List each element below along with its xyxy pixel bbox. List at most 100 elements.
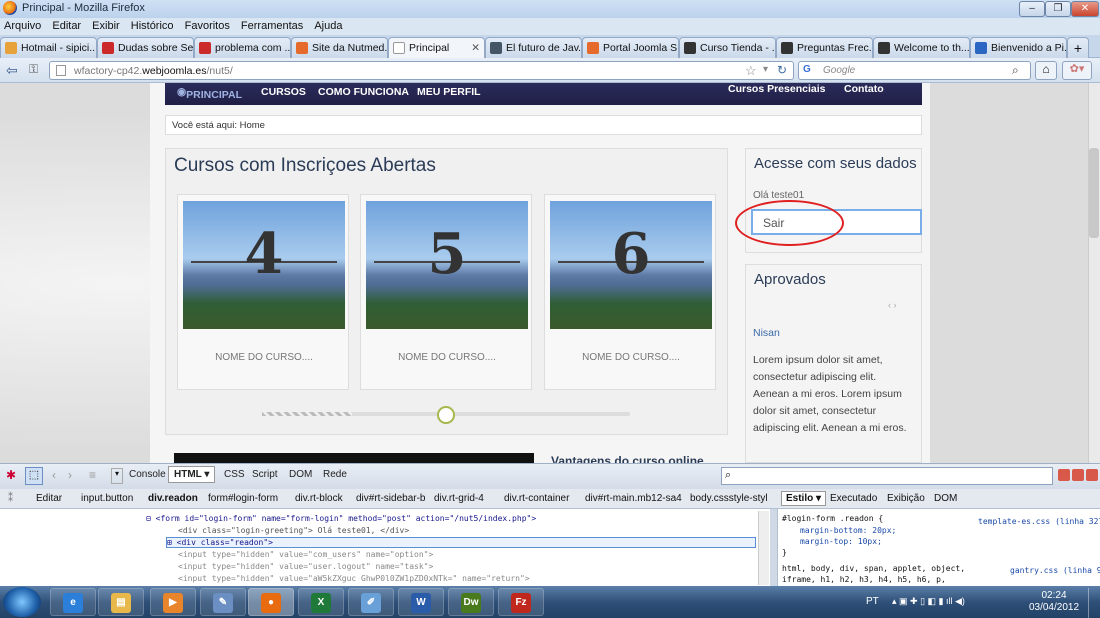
path-item[interactable]: input.button bbox=[81, 493, 133, 504]
firebug-tab-script[interactable]: Script bbox=[252, 469, 278, 480]
tab-exibicao[interactable]: Exibição bbox=[887, 493, 925, 504]
excel-taskbar-icon[interactable]: X bbox=[298, 588, 344, 616]
tab-futuro-java[interactable]: El futuro de Jav... bbox=[485, 37, 582, 58]
tab-preguntas[interactable]: Preguntas Frec... bbox=[776, 37, 873, 58]
page-scrollbar[interactable] bbox=[1088, 83, 1100, 463]
course-name[interactable]: NOME DO CURSO.... bbox=[178, 352, 350, 363]
html-line[interactable]: ⊟ <form id="login-form" name="form-login… bbox=[146, 514, 536, 523]
forward-icon[interactable]: › bbox=[68, 468, 72, 482]
css-source-link[interactable]: gantry.css (linha 9) bbox=[1010, 566, 1100, 575]
tab-principal[interactable]: Principal ✕ bbox=[388, 37, 485, 58]
path-item[interactable]: div.rt-container bbox=[504, 493, 569, 504]
course-card[interactable]: 6 NOME DO CURSO.... bbox=[544, 194, 716, 390]
detach-firebug-icon[interactable] bbox=[1072, 469, 1084, 481]
prev-next-arrows-icon[interactable]: ‹ › bbox=[888, 300, 897, 310]
firefox-taskbar-icon[interactable]: ● bbox=[248, 588, 294, 616]
firebug-tab-rede[interactable]: Rede bbox=[323, 469, 347, 480]
menu-exibir[interactable]: Exibir bbox=[88, 18, 124, 35]
course-card[interactable]: 5 NOME DO CURSO.... bbox=[360, 194, 532, 390]
search-box[interactable]: G Google ⌕ bbox=[798, 61, 1031, 80]
menu-cursos[interactable]: CURSOS bbox=[261, 86, 306, 98]
tab-dom[interactable]: DOM bbox=[934, 493, 957, 504]
html-line[interactable]: <input type="hidden" value="com_users" n… bbox=[178, 550, 433, 559]
url-bar[interactable]: wfactory-cp42.webjoomla.es/nut5/ ☆ ▾ ↻ bbox=[49, 61, 794, 80]
approved-name-link[interactable]: Nisan bbox=[753, 327, 780, 339]
css-property[interactable]: margin-top: 10px; bbox=[800, 537, 882, 546]
search-icon[interactable]: ⌕ bbox=[1012, 63, 1019, 78]
css-property[interactable]: margin-bottom: 20px; bbox=[800, 526, 896, 535]
firebug-tab-html[interactable]: HTML ▾ bbox=[168, 466, 216, 483]
expand-icon[interactable]: ⁑ bbox=[8, 493, 13, 504]
html-line[interactable]: <div class="login-greeting"> Olá teste01… bbox=[178, 526, 409, 535]
html-scrollbar[interactable] bbox=[758, 511, 769, 585]
path-item[interactable]: div.rt-grid-4 bbox=[434, 493, 484, 504]
word-taskbar-icon[interactable]: W bbox=[398, 588, 444, 616]
course-name[interactable]: NOME DO CURSO.... bbox=[545, 352, 717, 363]
course-card[interactable]: 4 NOME DO CURSO.... bbox=[177, 194, 349, 390]
menu-arquivo[interactable]: Arquivo bbox=[0, 18, 45, 35]
path-item[interactable]: div#rt-main.mb12-sa4 bbox=[585, 493, 682, 504]
media-taskbar-icon[interactable]: ▶ bbox=[150, 588, 196, 616]
explorer-taskbar-icon[interactable]: ▤ bbox=[98, 588, 144, 616]
back-arrow-icon[interactable]: ⇦ bbox=[6, 62, 18, 79]
tab-dudas[interactable]: Dudas sobre Se... bbox=[97, 37, 194, 58]
menu-principal[interactable]: ◉ PRINCIPAL bbox=[177, 86, 242, 101]
firebug-tab-css[interactable]: CSS bbox=[224, 469, 245, 480]
show-desktop-button[interactable] bbox=[1088, 588, 1100, 618]
inspect-icon[interactable]: ⬚ bbox=[25, 467, 43, 485]
close-firebug-icon[interactable] bbox=[1086, 469, 1098, 481]
path-item[interactable]: div#rt-sidebar-b bbox=[356, 493, 425, 504]
firebug-tab-console[interactable]: Console bbox=[129, 469, 166, 480]
close-tab-icon[interactable]: ✕ bbox=[465, 42, 480, 54]
tab-hotmail[interactable]: Hotmail - sipici... bbox=[0, 37, 97, 58]
path-item[interactable]: div.rt-block bbox=[295, 493, 343, 504]
tab-bienvenido[interactable]: Bienvenido a Pi... bbox=[970, 37, 1067, 58]
tab-nutmed[interactable]: Site da Nutmed... bbox=[291, 37, 388, 58]
html-line[interactable]: <input type="hidden" value="aW5kZXguc Gh… bbox=[178, 574, 530, 583]
scrollbar-thumb[interactable] bbox=[1089, 148, 1099, 238]
bookmark-star-icon[interactable]: ☆ bbox=[745, 63, 757, 79]
tab-portal-joomla[interactable]: Portal Joomla S... bbox=[582, 37, 679, 58]
menu-ajuda[interactable]: Ajuda bbox=[310, 18, 346, 35]
path-item[interactable]: body.cssstyle-styl bbox=[690, 493, 768, 504]
maximize-button[interactable]: ❐ bbox=[1045, 1, 1071, 17]
menu-editar[interactable]: Editar bbox=[48, 18, 85, 35]
tool-taskbar-icon[interactable]: ✎ bbox=[200, 588, 246, 616]
menu-cursos-presenciais[interactable]: Cursos Presenciais bbox=[728, 83, 825, 95]
list-icon[interactable]: ≡ bbox=[89, 468, 96, 482]
edit-button[interactable]: Editar bbox=[36, 493, 62, 504]
menu-historico[interactable]: Histórico bbox=[127, 18, 178, 35]
tray-icons[interactable]: ▴ ▣ ✚ ▯ ◧ ▮ ıll ◀) bbox=[892, 596, 965, 607]
firebug-tab-dom[interactable]: DOM bbox=[289, 469, 312, 480]
course-name[interactable]: NOME DO CURSO.... bbox=[361, 352, 533, 363]
html-line-selected[interactable]: ⊞ <div class="readon"> bbox=[166, 537, 756, 548]
tab-executado[interactable]: Executado bbox=[830, 493, 877, 504]
ie-taskbar-icon[interactable]: e bbox=[50, 588, 96, 616]
close-window-button[interactable]: ✕ bbox=[1071, 1, 1099, 17]
notes-taskbar-icon[interactable]: ✐ bbox=[348, 588, 394, 616]
system-clock[interactable]: 02:24 03/04/2012 bbox=[1024, 590, 1084, 614]
reload-icon[interactable]: ↻ bbox=[777, 63, 787, 77]
minimize-firebug-icon[interactable] bbox=[1058, 469, 1070, 481]
tab-welcome[interactable]: Welcome to th... bbox=[873, 37, 970, 58]
firebug-search-input[interactable]: ⌕ bbox=[721, 467, 1053, 485]
menu-como-funciona[interactable]: COMO FUNCIONA bbox=[318, 86, 409, 98]
new-tab-button[interactable]: + bbox=[1067, 37, 1089, 58]
dropdown-icon[interactable]: ▾ bbox=[111, 468, 123, 484]
back-icon[interactable]: ‹ bbox=[52, 468, 56, 482]
tab-problema[interactable]: problema com ... bbox=[194, 37, 291, 58]
menu-favoritos[interactable]: Favoritos bbox=[181, 18, 234, 35]
minimize-button[interactable]: – bbox=[1019, 1, 1045, 17]
menu-contato[interactable]: Contato bbox=[844, 83, 884, 95]
menu-meu-perfil[interactable]: MEU PERFIL bbox=[417, 86, 481, 98]
html-line[interactable]: <input type="hidden" value="user.logout"… bbox=[178, 562, 433, 571]
dreamweaver-taskbar-icon[interactable]: Dw bbox=[448, 588, 494, 616]
carousel-knob[interactable] bbox=[437, 406, 455, 424]
css-source-link[interactable]: template-es.css (linha 327) bbox=[978, 517, 1100, 526]
dropdown-icon[interactable]: ▾ bbox=[763, 64, 768, 75]
filezilla-taskbar-icon[interactable]: Fz bbox=[498, 588, 544, 616]
path-item[interactable]: div.readon bbox=[148, 493, 198, 504]
addon-icon[interactable]: ✿▾ bbox=[1062, 61, 1092, 80]
firebug-bug-icon[interactable]: ✱ bbox=[6, 468, 16, 482]
start-button[interactable] bbox=[3, 587, 41, 617]
